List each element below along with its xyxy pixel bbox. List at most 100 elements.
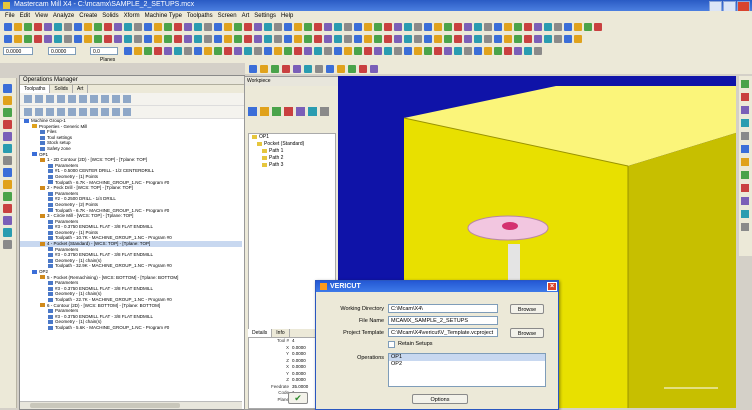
toolbar-button-icon[interactable] — [337, 65, 345, 73]
right-tool-icon[interactable] — [741, 80, 749, 88]
toolbar-button-icon[interactable] — [348, 65, 356, 73]
toolbar-button-icon[interactable] — [574, 23, 582, 31]
toolbar-button-icon[interactable] — [394, 35, 402, 43]
toolbar-button-icon[interactable] — [364, 23, 372, 31]
toolbar-button-icon[interactable] — [474, 47, 482, 55]
toolbar-button-icon[interactable] — [424, 47, 432, 55]
menu-item[interactable]: Help — [281, 11, 293, 21]
toolbar-button-icon[interactable] — [544, 23, 552, 31]
toolbar-button-icon[interactable] — [304, 47, 312, 55]
toolbar-button-icon[interactable] — [326, 65, 334, 73]
operations-listbox[interactable]: OP1 OP2 — [388, 353, 546, 387]
menu-item[interactable]: View — [35, 11, 48, 21]
toolbar-button-icon[interactable] — [444, 23, 452, 31]
toolbar-button-icon[interactable] — [234, 23, 242, 31]
toolbar-button-icon[interactable] — [574, 35, 582, 43]
browse-template-button[interactable]: Browse — [510, 328, 544, 338]
toolbar-button-icon[interactable] — [464, 47, 472, 55]
toolbar-button-icon[interactable] — [244, 23, 252, 31]
toolbar-button-icon[interactable] — [264, 23, 272, 31]
toolbar-button-icon[interactable] — [484, 23, 492, 31]
right-tool-icon[interactable] — [741, 106, 749, 114]
operation-list-item[interactable]: OP2 — [389, 361, 545, 368]
toolbar-button-icon[interactable] — [304, 23, 312, 31]
workpiece-tool-icon[interactable] — [296, 107, 305, 116]
toolbar-button-icon[interactable] — [134, 47, 142, 55]
toolbar-button-icon[interactable] — [354, 35, 362, 43]
toolbar-button-icon[interactable] — [514, 35, 522, 43]
toolbar-button-icon[interactable] — [194, 23, 202, 31]
toolbar-button-icon[interactable] — [324, 23, 332, 31]
toolbar-button-icon[interactable] — [364, 47, 372, 55]
right-tool-icon[interactable] — [741, 93, 749, 101]
toolbar-button-icon[interactable] — [114, 35, 122, 43]
toolbar-button-icon[interactable] — [264, 47, 272, 55]
toolbar-button-icon[interactable] — [194, 47, 202, 55]
ops-tool-icon[interactable] — [79, 95, 87, 103]
toolbar-button-icon[interactable] — [64, 23, 72, 31]
scroll-thumb[interactable] — [30, 403, 180, 408]
menu-item[interactable]: Create — [79, 11, 97, 21]
right-tool-icon[interactable] — [741, 184, 749, 192]
toolbar-button-icon[interactable] — [334, 23, 342, 31]
right-tool-icon[interactable] — [741, 197, 749, 205]
toolbar-button-icon[interactable] — [534, 47, 542, 55]
ops-tool-icon[interactable] — [90, 108, 98, 116]
toolbar-button-icon[interactable] — [474, 35, 482, 43]
toolbar-button-icon[interactable] — [414, 47, 422, 55]
menu-item[interactable]: Solids — [102, 11, 118, 21]
left-tool-icon[interactable] — [3, 204, 12, 213]
coord-z2-field[interactable]: 0.0000 — [48, 47, 76, 55]
toolbar-button-icon[interactable] — [4, 23, 12, 31]
toolbar-button-icon[interactable] — [524, 47, 532, 55]
ops-tool-icon[interactable] — [112, 95, 120, 103]
toolbar-button-icon[interactable] — [234, 47, 242, 55]
toolbar-button-icon[interactable] — [314, 35, 322, 43]
toolbar-button-icon[interactable] — [594, 23, 602, 31]
toolbar-button-icon[interactable] — [284, 35, 292, 43]
dialog-close-button[interactable]: × — [547, 282, 557, 291]
toolbar-button-icon[interactable] — [244, 35, 252, 43]
toolbar-button-icon[interactable] — [271, 65, 279, 73]
toolbar-button-icon[interactable] — [494, 23, 502, 31]
toolbar-button-icon[interactable] — [244, 47, 252, 55]
toolbar-button-icon[interactable] — [104, 35, 112, 43]
toolbar-button-icon[interactable] — [44, 35, 52, 43]
toolbar-button-icon[interactable] — [315, 65, 323, 73]
toolbar-button-icon[interactable] — [214, 23, 222, 31]
toolbar-button-icon[interactable] — [24, 35, 32, 43]
working-dir-field[interactable]: C:\Mcam\X4\ — [388, 304, 498, 313]
ops-tool-icon[interactable] — [79, 108, 87, 116]
toolbar-button-icon[interactable] — [494, 35, 502, 43]
toolbar-button-icon[interactable] — [334, 35, 342, 43]
toolbar-button-icon[interactable] — [94, 23, 102, 31]
operation-list-item[interactable]: OP1 — [389, 354, 545, 361]
left-tool-icon[interactable] — [3, 192, 12, 201]
toolbar-button-icon[interactable] — [282, 65, 290, 73]
toolbar-button-icon[interactable] — [164, 23, 172, 31]
toolbar-button-icon[interactable] — [504, 23, 512, 31]
menu-item[interactable]: Machine Type — [145, 11, 182, 21]
toolbar-button-icon[interactable] — [404, 35, 412, 43]
toolbar-button-icon[interactable] — [564, 23, 572, 31]
toolbar-button-icon[interactable] — [274, 35, 282, 43]
menu-item[interactable]: Xform — [124, 11, 140, 21]
toolbar-button-icon[interactable] — [524, 23, 532, 31]
toolbar-button-icon[interactable] — [494, 47, 502, 55]
toolbar-button-icon[interactable] — [214, 35, 222, 43]
toolbar-button-icon[interactable] — [314, 47, 322, 55]
left-tool-icon[interactable] — [3, 216, 12, 225]
toolbar-button-icon[interactable] — [124, 35, 132, 43]
workpiece-tree-row[interactable]: Pocket (Standard) — [249, 141, 335, 148]
toolbar-button-icon[interactable] — [404, 47, 412, 55]
tab-details[interactable]: Details — [248, 329, 273, 337]
workpiece-tool-icon[interactable] — [248, 107, 257, 116]
workpiece-tool-icon[interactable] — [272, 107, 281, 116]
retain-setups-checkbox[interactable] — [388, 341, 395, 348]
toolbar-button-icon[interactable] — [4, 35, 12, 43]
workpiece-tree-row[interactable]: Path 1 — [249, 148, 335, 155]
toolbar-button-icon[interactable] — [184, 35, 192, 43]
toolbar-button-icon[interactable] — [204, 47, 212, 55]
toolbar-button-icon[interactable] — [254, 35, 262, 43]
ops-tool-icon[interactable] — [90, 95, 98, 103]
